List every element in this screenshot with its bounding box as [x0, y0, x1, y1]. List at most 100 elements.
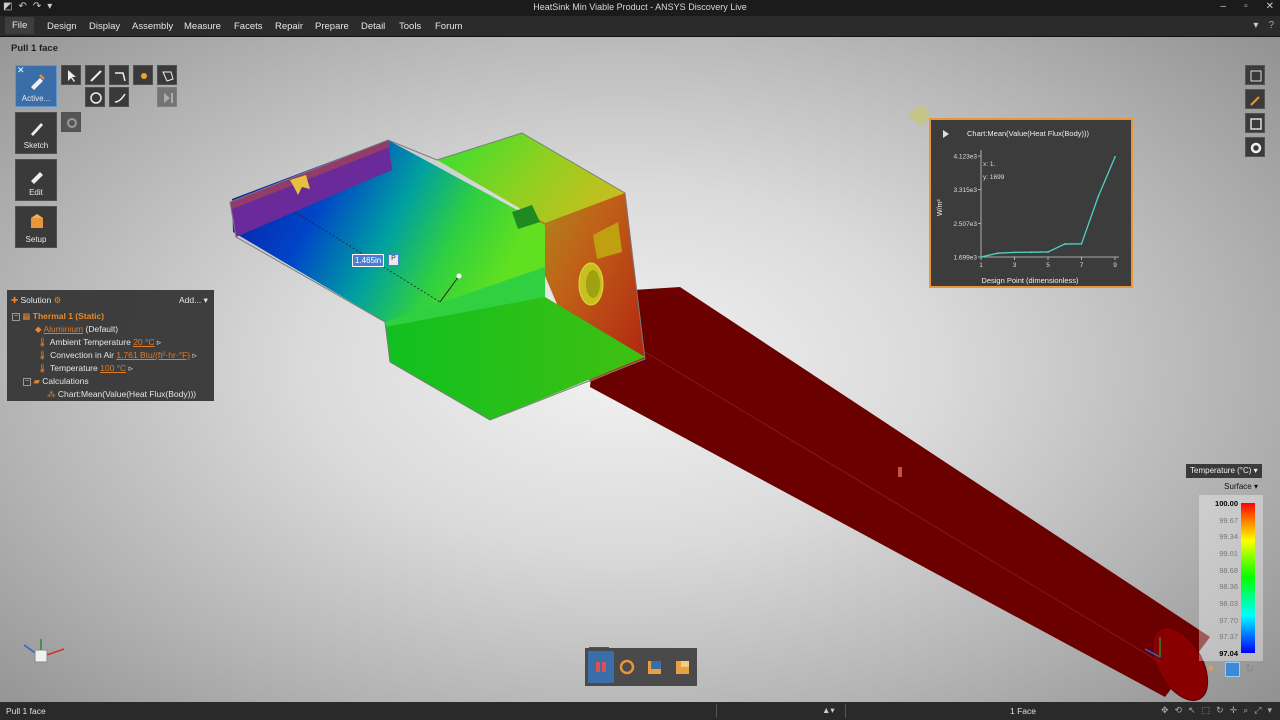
edit-tool-button[interactable]: Edit	[15, 159, 57, 201]
collapse-icon[interactable]: −	[12, 312, 20, 321]
menu-forum[interactable]: Forum	[431, 20, 466, 33]
status-message: Pull 1 face	[6, 706, 46, 716]
dimension-pin-button[interactable]: P	[388, 254, 399, 266]
zoom-icon[interactable]: ⌕	[1243, 705, 1248, 716]
split-tool-button[interactable]	[109, 87, 129, 107]
3d-viewport[interactable]: Pull 1 face 1.465in P Active... ✕ Sketch…	[0, 37, 1280, 702]
legend-mode-dropdown[interactable]: Surface ▾	[1202, 480, 1262, 493]
close-icon[interactable]: ✕	[1266, 1, 1274, 12]
probe-button[interactable]	[1245, 89, 1265, 109]
temperature-value[interactable]: 100 °C	[100, 363, 126, 373]
select-tool-button[interactable]	[61, 65, 81, 85]
chart-svg: Chart:Mean(Value(Heat Flux(Body))) W/m² …	[937, 129, 1119, 285]
fit-icon[interactable]: ⤢	[1254, 705, 1261, 716]
calculations-collapse-icon[interactable]: −	[23, 377, 31, 386]
status-arrow-icon[interactable]: ▲▾	[822, 705, 835, 716]
fill-tool-button[interactable]	[157, 65, 177, 85]
view-cube-button[interactable]	[1245, 113, 1265, 133]
pause-button[interactable]	[588, 651, 614, 683]
menu-file[interactable]: File	[5, 17, 35, 34]
add-menu-label: Add...	[179, 295, 202, 305]
move-tool-button[interactable]	[109, 65, 129, 85]
pan-icon[interactable]: ✛	[1230, 705, 1238, 716]
add-menu-button[interactable]: Add... ▾	[179, 295, 208, 306]
move-view-icon[interactable]: ✥	[1161, 705, 1169, 716]
ribbon-toggle-icon[interactable]: ▾	[1253, 20, 1258, 31]
legend-value: 99.34	[1219, 532, 1238, 542]
menu-display[interactable]: Display	[85, 20, 124, 33]
material-link[interactable]: Aluminium	[43, 324, 83, 334]
tree-study-row[interactable]: − ▦ Thermal 1 (Static)	[12, 311, 104, 322]
legend-lock-icon[interactable]: ●	[1208, 663, 1214, 674]
title-bar: ◩ ↶ ↷ ▾ HeatSink Min Viable Product - AN…	[0, 0, 1280, 16]
legend-value: 98.68	[1219, 565, 1238, 575]
convection-flyout-icon[interactable]: ▹	[193, 350, 197, 360]
axis-triad[interactable]	[23, 639, 65, 663]
help-icon[interactable]: ?	[1268, 20, 1274, 31]
tree-chart-row[interactable]: ⁂ Chart:Mean(Value(Heat Flux(Body)))	[47, 389, 196, 400]
select-mode-icon[interactable]: ↖	[1188, 705, 1196, 716]
minimize-icon[interactable]: –	[1221, 1, 1227, 12]
menu-prepare[interactable]: Prepare	[311, 20, 353, 33]
setup-tool-label: Setup	[25, 235, 47, 244]
probe-marker-icon[interactable]	[898, 467, 902, 477]
tree-ambient-row[interactable]: 🌡 Ambient Temperature 20 °C ▹	[37, 337, 161, 348]
tree-material-row[interactable]: ◆ Aluminium (Default)	[35, 324, 118, 335]
sun-tool-button[interactable]	[133, 65, 153, 85]
settings-button[interactable]	[1245, 137, 1265, 157]
view-dropdown-icon[interactable]: ▾	[1267, 705, 1272, 716]
combine-tool-button[interactable]	[85, 87, 105, 107]
solution-add-icon[interactable]: ✚	[11, 295, 18, 305]
split-icon	[114, 93, 126, 103]
restart-icon	[619, 659, 635, 675]
setup-tool-button[interactable]: Setup	[15, 206, 57, 248]
ambient-flyout-icon[interactable]: ▹	[157, 337, 161, 347]
legend-quantity-dropdown[interactable]: Temperature (°C) ▾	[1186, 464, 1262, 478]
solution-settings-icon[interactable]: ⚙	[54, 295, 62, 305]
next-tool-button[interactable]	[157, 87, 177, 107]
chart-title: Chart:Mean(Value(Heat Flux(Body)))	[967, 129, 1089, 138]
legend-reset-icon[interactable]: ↻	[1245, 662, 1254, 675]
tree-temperature-row[interactable]: 🌡 Temperature 100 °C ▹	[37, 363, 133, 374]
maximize-icon[interactable]: ▫	[1244, 1, 1248, 12]
temperature-flyout-icon[interactable]: ▹	[129, 363, 133, 373]
rod-body[interactable]	[590, 287, 1210, 697]
orbit-icon[interactable]: ↻	[1216, 705, 1224, 716]
menu-measure[interactable]: Measure	[180, 20, 225, 33]
setup-icon	[31, 214, 43, 228]
box-select-icon[interactable]: ⬚	[1202, 705, 1211, 716]
combine-icon	[90, 92, 102, 104]
menu-repair[interactable]: Repair	[271, 20, 307, 33]
status-separator-2	[845, 704, 846, 718]
mount-hole-inner	[586, 270, 600, 298]
move-handle-icon[interactable]	[908, 104, 930, 127]
menu-bar: File Design Display Assembly Measure Fac…	[0, 16, 1280, 37]
menu-design[interactable]: Design	[43, 20, 81, 33]
simulation-controls	[585, 648, 697, 686]
sketch-tool-button[interactable]: Sketch	[15, 112, 57, 154]
chart-panel[interactable]: Chart:Mean(Value(Heat Flux(Body))) W/m² …	[929, 118, 1133, 288]
legend-display-button[interactable]	[1225, 662, 1240, 677]
menu-tools[interactable]: Tools	[395, 20, 425, 33]
restart-button[interactable]	[617, 657, 637, 677]
view-model-button[interactable]	[645, 657, 665, 677]
close-tool-icon[interactable]: ✕	[17, 65, 25, 76]
dimension-value[interactable]: 1.465in	[352, 254, 385, 267]
ambient-value[interactable]: 20 °C	[133, 337, 154, 347]
study-icon: ▦	[22, 311, 31, 321]
convection-value[interactable]: 1.761 Btu/(ft²·hr·°F)	[116, 350, 190, 360]
legend-value: 100.00	[1215, 499, 1238, 508]
tree-convection-row[interactable]: 🌡 Convection in Air 1.761 Btu/(ft²·hr·°F…	[37, 350, 197, 361]
snap-icon[interactable]: ⟲	[1175, 705, 1183, 716]
results-button[interactable]	[673, 657, 693, 677]
chart-expand-icon[interactable]	[943, 130, 949, 138]
structure-button[interactable]	[1245, 65, 1265, 85]
menu-detail[interactable]: Detail	[357, 20, 389, 33]
pull-tool-button[interactable]	[85, 65, 105, 85]
options-button[interactable]	[61, 112, 81, 132]
temperature-icon: 🌡	[37, 363, 48, 373]
menu-assembly[interactable]: Assembly	[128, 20, 177, 33]
dimension-handle[interactable]	[456, 273, 462, 279]
menu-facets[interactable]: Facets	[230, 20, 267, 33]
tree-calculations-row[interactable]: − ▰ Calculations	[23, 376, 89, 387]
